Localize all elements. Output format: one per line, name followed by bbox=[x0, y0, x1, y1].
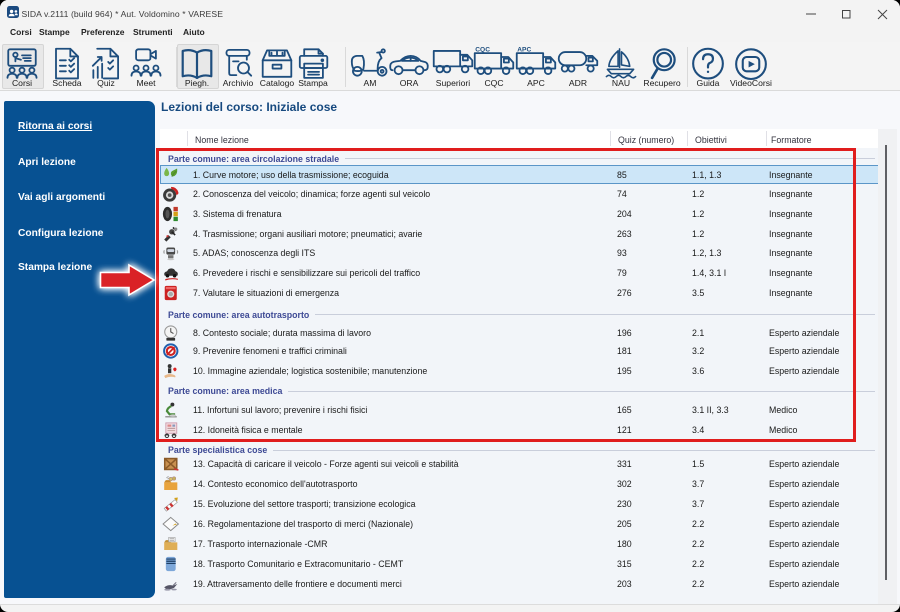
svg-text:APC: APC bbox=[517, 47, 531, 54]
svg-text:CQC: CQC bbox=[475, 47, 490, 54]
